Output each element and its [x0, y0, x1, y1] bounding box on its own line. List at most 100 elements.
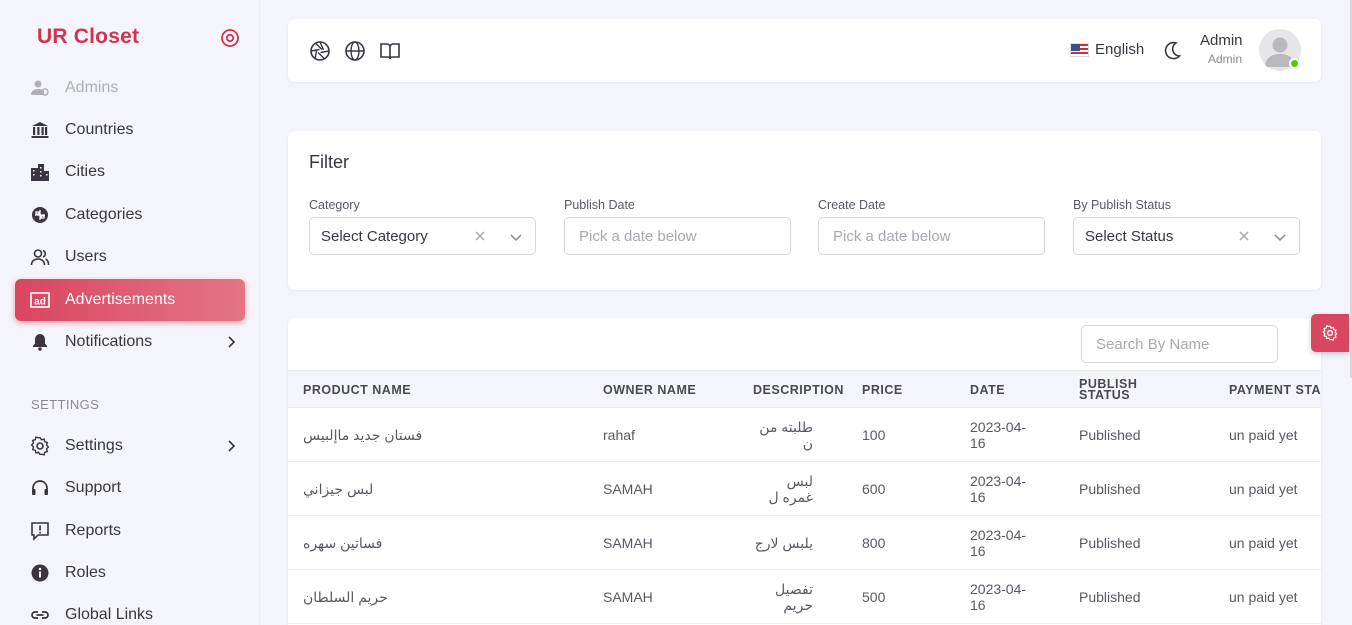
table-row[interactable]: فستان جديد ماإلبيس rahaf طلبته من ن 100 …	[288, 408, 1321, 462]
customizer-button[interactable]	[1311, 314, 1349, 352]
cell-owner-name: SAMAH	[603, 535, 653, 551]
column-header-payment-status[interactable]: PAYMENT STA	[1229, 371, 1321, 409]
sidebar-item-label: Admins	[65, 79, 119, 96]
cell-product-name: فستان جديد ماإلبيس	[303, 426, 423, 443]
column-header-description[interactable]: DESCRIPTION	[753, 371, 844, 409]
sidebar-toggle-icon[interactable]	[220, 28, 240, 48]
sidebar-item-support[interactable]: Support	[15, 467, 245, 509]
aperture-icon[interactable]	[309, 40, 331, 62]
cell-product-name: حريم السلطان	[303, 588, 388, 605]
link-icon	[30, 605, 50, 625]
sidebar-item-label: Reports	[65, 522, 122, 539]
table-header: PRODUCT NAME OWNER NAME DESCRIPTION PRIC…	[288, 370, 1321, 408]
column-header-owner-name[interactable]: OWNER NAME	[603, 371, 696, 409]
cell-owner-name: SAMAH	[603, 481, 653, 497]
cell-description: لبس غمره ل	[768, 473, 813, 505]
bell-icon	[30, 332, 50, 352]
create-date-input[interactable]: Pick a date below	[818, 217, 1045, 255]
city-icon	[30, 162, 50, 182]
sidebar-item-notifications[interactable]: Notifications	[15, 321, 245, 363]
report-icon	[30, 521, 50, 541]
user-role: Admin	[1208, 52, 1243, 66]
ad-icon: ad	[30, 290, 50, 310]
cell-description: طلبته من ن	[759, 419, 813, 451]
sidebar-item-roles[interactable]: Roles	[15, 552, 245, 594]
category-select-value: Select Category	[321, 227, 428, 245]
sidebar-item-countries[interactable]: Countries	[15, 109, 245, 151]
cell-publish-status: Published	[1079, 589, 1141, 605]
cell-owner-name: SAMAH	[603, 589, 653, 605]
cell-publish-status: Published	[1079, 535, 1141, 551]
sidebar-item-label: Notifications	[65, 333, 153, 350]
sidebar-item-reports[interactable]: Reports	[15, 510, 245, 552]
sidebar-section-settings: SETTINGS	[31, 397, 100, 412]
sidebar-item-label: Global Links	[65, 606, 154, 623]
publish-date-label: Publish Date	[564, 198, 635, 212]
cell-price: 800	[862, 535, 886, 551]
publish-status-label: By Publish Status	[1073, 198, 1171, 212]
sidebar-item-categories[interactable]: Categories	[15, 194, 245, 236]
chevron-down-icon	[510, 234, 522, 242]
cell-owner-name: rahaf	[603, 427, 635, 443]
gear-icon	[30, 436, 50, 456]
online-status-dot	[1289, 58, 1300, 69]
brand-logo[interactable]: UR Closet	[37, 25, 139, 49]
categories-icon	[30, 205, 50, 225]
sidebar-item-settings[interactable]: Settings	[15, 425, 245, 467]
column-header-date[interactable]: DATE	[970, 371, 1005, 409]
sidebar-item-advertisements[interactable]: ad Advertisements	[15, 279, 245, 321]
category-select[interactable]: Select Category	[309, 217, 536, 255]
advertisements-table-card: PRODUCT NAME OWNER NAME DESCRIPTION PRIC…	[288, 318, 1321, 625]
globe-icon[interactable]	[344, 40, 366, 62]
cell-payment-status: un paid yet	[1229, 481, 1298, 497]
sidebar-item-label: Countries	[65, 121, 134, 138]
sidebar-item-label: Cities	[65, 163, 106, 180]
info-icon	[30, 563, 50, 583]
sidebar-item-label: Settings	[65, 437, 123, 454]
filter-title: Filter	[309, 152, 349, 172]
sidebar-item-users[interactable]: Users	[15, 236, 245, 278]
sidebar: UR Closet Admins Countries Cities Catego…	[0, 0, 260, 625]
cell-payment-status: un paid yet	[1229, 535, 1298, 551]
column-header-product-name[interactable]: PRODUCT NAME	[303, 371, 411, 409]
sidebar-item-label: Users	[65, 248, 107, 265]
language-selector[interactable]: English	[1070, 41, 1144, 58]
cell-payment-status: un paid yet	[1229, 589, 1298, 605]
publish-status-select[interactable]: Select Status	[1073, 217, 1300, 255]
sidebar-item-admins[interactable]: Admins	[15, 67, 245, 109]
create-date-label: Create Date	[818, 198, 886, 212]
cell-price: 100	[862, 427, 886, 443]
cell-publish-status: Published	[1079, 481, 1141, 497]
cell-payment-status: un paid yet	[1229, 427, 1298, 443]
table-row[interactable]: لبس جيزاني SAMAH لبس غمره ل 600 2023-04-…	[288, 462, 1321, 516]
sidebar-item-label: Support	[65, 479, 122, 496]
moon-icon[interactable]	[1162, 40, 1184, 62]
us-flag-icon	[1070, 42, 1089, 57]
clear-icon[interactable]	[473, 229, 487, 243]
column-header-price[interactable]: PRICE	[862, 371, 903, 409]
chevron-right-icon	[228, 336, 236, 348]
cell-price: 500	[862, 589, 886, 605]
chevron-down-icon	[1274, 234, 1286, 242]
sidebar-item-global-links[interactable]: Global Links	[15, 594, 245, 625]
language-label: English	[1095, 41, 1145, 58]
cell-price: 600	[862, 481, 886, 497]
book-icon[interactable]	[379, 40, 401, 62]
sidebar-item-cities[interactable]: Cities	[15, 151, 245, 193]
chevron-right-icon	[228, 440, 236, 452]
user-name: Admin	[1200, 32, 1243, 49]
clear-icon[interactable]	[1237, 229, 1251, 243]
publish-status-value: Select Status	[1085, 227, 1174, 245]
cell-date: 2023-04-16	[970, 581, 1027, 613]
publish-date-input[interactable]: Pick a date below	[564, 217, 791, 255]
gear-icon	[1322, 325, 1338, 341]
bank-icon	[30, 120, 50, 140]
table-row[interactable]: حريم السلطان SAMAH تفصيل حريم 500 2023-0…	[288, 570, 1321, 624]
sidebar-item-label: Advertisements	[65, 291, 176, 308]
filter-card: Filter Category Select Category Publish …	[288, 131, 1321, 290]
table-row[interactable]: فساتين سهره SAMAH يلبس لارج 800 2023-04-…	[288, 516, 1321, 570]
admin-icon	[30, 78, 50, 98]
cell-date: 2023-04-16	[970, 473, 1027, 505]
search-input[interactable]	[1081, 325, 1278, 363]
column-header-publish-status[interactable]: PUBLISH STATUS	[1079, 371, 1149, 409]
